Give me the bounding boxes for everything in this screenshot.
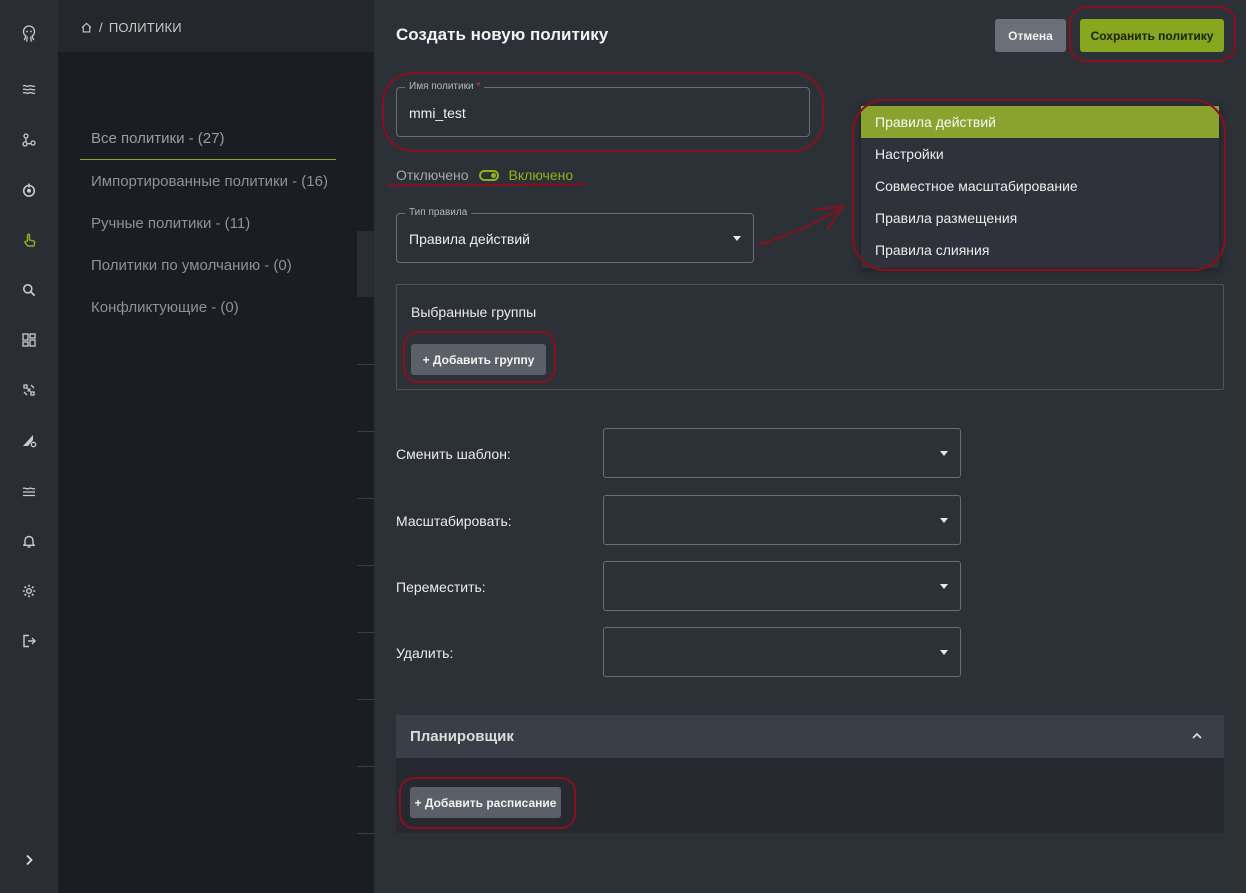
chevron-down-icon[interactable] [940,584,948,589]
policy-filter-list: Все политики - (27) Импортированные поли… [80,118,336,328]
logout-icon[interactable] [0,629,58,653]
policy-name-value[interactable]: mmi_test [409,105,466,121]
chevron-right-icon[interactable] [0,848,58,872]
rule-type-option[interactable]: Правила слияния [861,234,1219,266]
action-label-delete: Удалить: [396,645,454,661]
table-row-divider [357,498,375,499]
rule-type-option[interactable]: Настройки [861,138,1219,170]
gear-icon[interactable] [0,579,58,603]
chevron-down-icon[interactable] [940,451,948,456]
table-row-divider [357,699,375,700]
chevron-down-icon[interactable] [733,236,741,241]
rule-type-option[interactable]: Правила размещения [861,202,1219,234]
filter-manual-policies[interactable]: Ручные политики - (11) [80,202,336,244]
bell-icon[interactable] [0,529,58,553]
rule-type-select[interactable]: Тип правила Правила действий [396,207,754,263]
grid-icon[interactable] [0,378,58,402]
filter-imported-policies[interactable]: Импортированные политики - (16) [80,160,336,202]
search-icon[interactable] [0,278,58,302]
table-row-divider [357,565,375,566]
delete-select[interactable] [603,627,961,677]
status-toggle-switch[interactable] [478,169,499,181]
table-row-divider [357,632,375,633]
table-row-divider [357,431,375,432]
breadcrumb: / ПОЛИТИКИ [80,20,182,35]
toggle-off-label: Отключено [396,167,469,183]
move-select[interactable] [603,561,961,611]
status-toggle-row: Отключено Включено [396,166,573,184]
rule-type-dropdown-menu: Правила действий Настройки Совместное ма… [861,106,1219,268]
toggle-on-label: Включено [508,167,574,183]
table-row-divider [357,766,375,767]
layers-icon[interactable] [0,77,58,101]
policy-name-label: Имя политики * [405,81,485,93]
change-template-select[interactable] [603,428,961,478]
chevron-down-icon[interactable] [940,518,948,523]
policy-name-field[interactable]: Имя политики * mmi_test [396,81,810,137]
waves-icon[interactable] [0,479,58,503]
filter-all-policies[interactable]: Все политики - (27) [80,118,336,160]
action-label-scale: Масштабировать: [396,513,512,529]
chevron-up-icon[interactable] [1192,731,1202,741]
icon-sidebar [0,0,58,893]
filter-conflicting[interactable]: Конфликтующие - (0) [80,286,336,328]
breadcrumb-separator: / [99,20,103,35]
cancel-button[interactable]: Отмена [995,19,1066,52]
filter-default-policies[interactable]: Политики по умолчанию - (0) [80,244,336,286]
rule-type-value: Правила действий [409,231,531,247]
table-row-divider [357,833,375,834]
scheduler-title: Планировщик [410,728,514,745]
selected-groups-title: Выбранные группы [411,304,537,320]
hand-pointer-icon[interactable] [0,228,58,252]
selected-groups-panel: Выбранные группы + Добавить группу [396,284,1224,390]
rule-type-option[interactable]: Совместное масштабирование [861,170,1219,202]
brush-settings-icon[interactable] [0,428,58,452]
chevron-down-icon[interactable] [940,650,948,655]
scheduler-panel: Планировщик + Добавить расписание [396,715,1224,833]
table-row-divider [357,364,375,365]
scale-select[interactable] [603,495,961,545]
nodes-icon[interactable] [0,128,58,152]
rule-type-label: Тип правила [405,207,472,219]
add-group-button[interactable]: + Добавить группу [411,344,546,375]
power-icon[interactable] [0,178,58,202]
dashboard-icon[interactable] [0,328,58,352]
breadcrumb-current: ПОЛИТИКИ [108,20,182,35]
home-icon[interactable] [80,21,93,34]
action-label-change-template: Сменить шаблон: [396,446,511,462]
octopus-logo-icon[interactable] [0,22,58,46]
rule-type-option[interactable]: Правила действий [861,106,1219,138]
add-schedule-button[interactable]: + Добавить расписание [410,787,561,818]
save-policy-button[interactable]: Сохранить политику [1080,19,1224,52]
scheduler-header[interactable]: Планировщик [396,715,1224,758]
drawer-title: Создать новую политику [396,25,609,44]
action-label-move: Переместить: [396,579,486,595]
